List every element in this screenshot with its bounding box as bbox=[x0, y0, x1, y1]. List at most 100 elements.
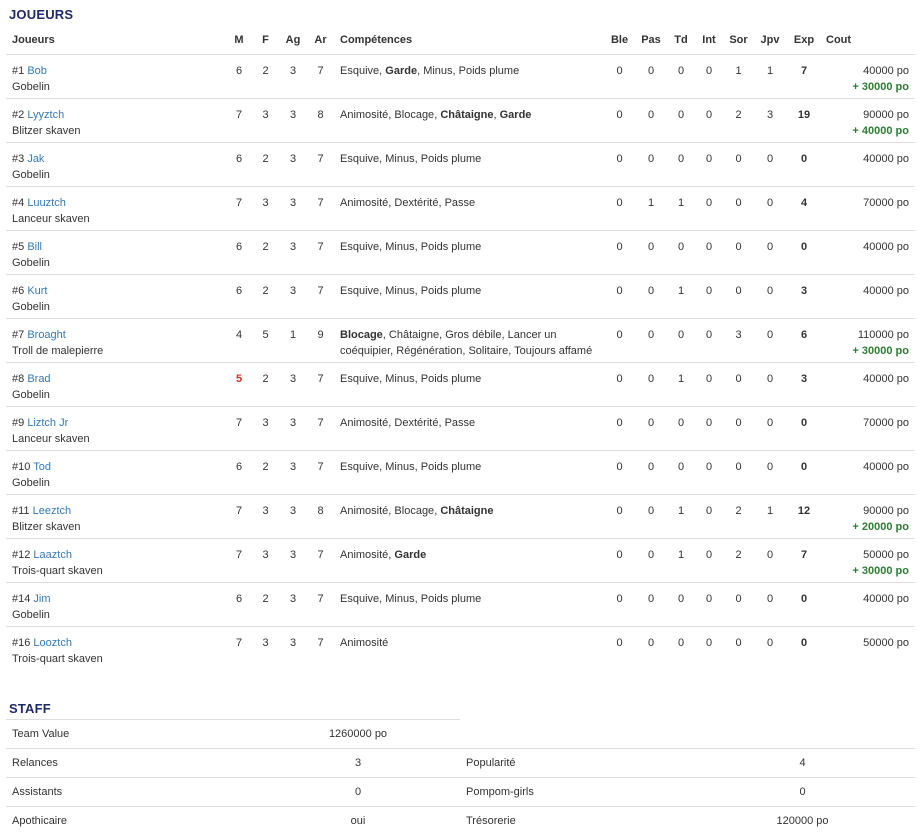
skills-cell: Animosité, Blocage, Châtaigne bbox=[334, 494, 604, 539]
skill: Poids plume bbox=[420, 461, 482, 473]
cost-cell: 90000 po + 40000 po bbox=[822, 98, 915, 143]
stat-m: 6 bbox=[226, 450, 252, 495]
stat-ble: 0 bbox=[604, 142, 635, 187]
player-name-link[interactable]: Tod bbox=[33, 461, 51, 473]
header-f[interactable]: F bbox=[252, 26, 279, 55]
stat-f: 3 bbox=[252, 494, 279, 539]
player-name-link[interactable]: Broaght bbox=[27, 329, 66, 341]
player-cost: 40000 po bbox=[863, 153, 909, 165]
header-players[interactable]: Joueurs bbox=[6, 26, 226, 55]
player-type: Gobelin bbox=[12, 257, 50, 269]
cost-cell: 40000 po + 30000 po bbox=[822, 54, 915, 99]
cost-cell: 90000 po + 20000 po bbox=[822, 494, 915, 539]
stat-ar: 8 bbox=[307, 494, 334, 539]
stat-ble: 0 bbox=[604, 54, 635, 99]
stat-ble: 0 bbox=[604, 582, 635, 627]
cost-cell: 40000 po bbox=[822, 142, 915, 187]
player-cost: 90000 po bbox=[863, 109, 909, 121]
stat-ble: 0 bbox=[616, 637, 623, 649]
stat-td: 0 bbox=[667, 406, 695, 451]
stat-pas: 0 bbox=[647, 637, 655, 649]
stat-int: 0 bbox=[695, 318, 723, 363]
stat-ar: 7 bbox=[307, 362, 334, 407]
player-name-link[interactable]: Laaztch bbox=[33, 549, 72, 561]
stat-f: 2 bbox=[252, 142, 279, 187]
skill: Régénération bbox=[396, 345, 463, 357]
skills-cell: Esquive, Minus, Poids plume bbox=[334, 362, 604, 407]
header-int[interactable]: Int bbox=[695, 26, 723, 55]
skill: Solitaire bbox=[468, 345, 509, 357]
player-name-link[interactable]: Kurt bbox=[27, 285, 47, 297]
skill: Passe bbox=[444, 197, 476, 209]
player-name-link[interactable]: Bill bbox=[27, 241, 42, 253]
stat-int: 0 bbox=[695, 142, 723, 187]
popularity-value: 4 bbox=[690, 748, 915, 778]
skill: Châtaigne bbox=[388, 329, 440, 341]
player-name-link[interactable]: Looztch bbox=[33, 637, 72, 649]
header-td[interactable]: Td bbox=[667, 26, 695, 55]
header-pas[interactable]: Pas bbox=[635, 26, 667, 55]
stat-f: 2 bbox=[252, 54, 279, 99]
stat-sor: 2 bbox=[723, 494, 754, 539]
header-m[interactable]: M bbox=[226, 26, 252, 55]
player-name-link[interactable]: Luuztch bbox=[27, 197, 66, 209]
player-name-link[interactable]: Jim bbox=[33, 593, 50, 605]
header-sor[interactable]: Sor bbox=[723, 26, 754, 55]
stat-pas: 0 bbox=[635, 230, 667, 275]
skill: Poids plume bbox=[420, 153, 482, 165]
header-ar[interactable]: Ar bbox=[307, 26, 334, 55]
staff-row: Team Value 1260000 po bbox=[6, 719, 915, 749]
player-name-link[interactable]: Brad bbox=[27, 373, 50, 385]
stat-ar: 7 bbox=[307, 186, 334, 231]
stat-f: 2 bbox=[252, 230, 279, 275]
player-cell: #7 Broaght Troll de malepierre bbox=[6, 318, 226, 363]
stat-ag: 3 bbox=[279, 538, 307, 583]
stat-exp: 19 bbox=[786, 98, 822, 143]
stat-pas: 0 bbox=[635, 98, 667, 143]
player-number: #12 bbox=[12, 549, 31, 561]
header-skills[interactable]: Compétences bbox=[334, 26, 604, 55]
player-cost: 70000 po bbox=[863, 417, 909, 429]
stat-ag: 3 bbox=[279, 362, 307, 407]
players-table: Joueurs M F Ag Ar Compétences Ble Pas Td… bbox=[6, 26, 915, 671]
header-jpv[interactable]: Jpv bbox=[754, 26, 786, 55]
skill: Minus bbox=[385, 241, 415, 253]
player-cost: 110000 po bbox=[857, 329, 909, 341]
player-name-link[interactable]: Lyyztch bbox=[27, 109, 64, 121]
player-cost: 40000 po bbox=[863, 461, 909, 473]
player-bonus: + 30000 po bbox=[852, 345, 909, 357]
player-name-link[interactable]: Liztch Jr bbox=[27, 417, 68, 429]
stat-jpv: 1 bbox=[754, 494, 786, 539]
skill: Animosité bbox=[340, 549, 389, 561]
player-type: Gobelin bbox=[12, 301, 50, 313]
player-row: #12 Laaztch Trois-quart skaven 7 3 3 7 Animosi… bbox=[6, 538, 915, 583]
stat-sor: 0 bbox=[723, 406, 754, 451]
stat-ag: 1 bbox=[279, 318, 307, 363]
header-ag[interactable]: Ag bbox=[279, 26, 307, 55]
player-name-link[interactable]: Leeztch bbox=[33, 505, 72, 517]
player-cell: #3 Jak Gobelin bbox=[6, 142, 226, 187]
player-bonus: + 30000 po bbox=[852, 81, 909, 93]
player-number: #4 bbox=[12, 197, 25, 209]
player-row: #10 Tod Gobelin 6 2 3 7 Esquive, Minus, Poids … bbox=[6, 450, 915, 495]
popularity-label: Popularité bbox=[460, 748, 690, 778]
stat-exp: 4 bbox=[786, 186, 822, 231]
player-cost: 40000 po bbox=[863, 373, 909, 385]
stat-f: 2 bbox=[252, 362, 279, 407]
player-name-link[interactable]: Jak bbox=[27, 153, 44, 165]
header-ble[interactable]: Ble bbox=[604, 26, 635, 55]
staff-section-title: STAFF bbox=[9, 701, 51, 716]
skill: Esquive bbox=[340, 153, 380, 165]
skill: Passe bbox=[444, 417, 476, 429]
player-cell: #4 Luuztch Lanceur skaven bbox=[6, 186, 226, 231]
stat-exp: 6 bbox=[786, 318, 822, 363]
stat-ar: 8 bbox=[307, 98, 334, 143]
stat-pas: 0 bbox=[635, 142, 667, 187]
player-cell: #6 Kurt Gobelin bbox=[6, 274, 226, 319]
stat-td: 0 bbox=[667, 98, 695, 143]
player-name-link[interactable]: Bob bbox=[27, 65, 47, 77]
stat-sor: 0 bbox=[723, 362, 754, 407]
header-cost[interactable]: Cout bbox=[822, 26, 915, 55]
stat-pas: 0 bbox=[635, 362, 667, 407]
header-exp[interactable]: Exp bbox=[786, 26, 822, 55]
